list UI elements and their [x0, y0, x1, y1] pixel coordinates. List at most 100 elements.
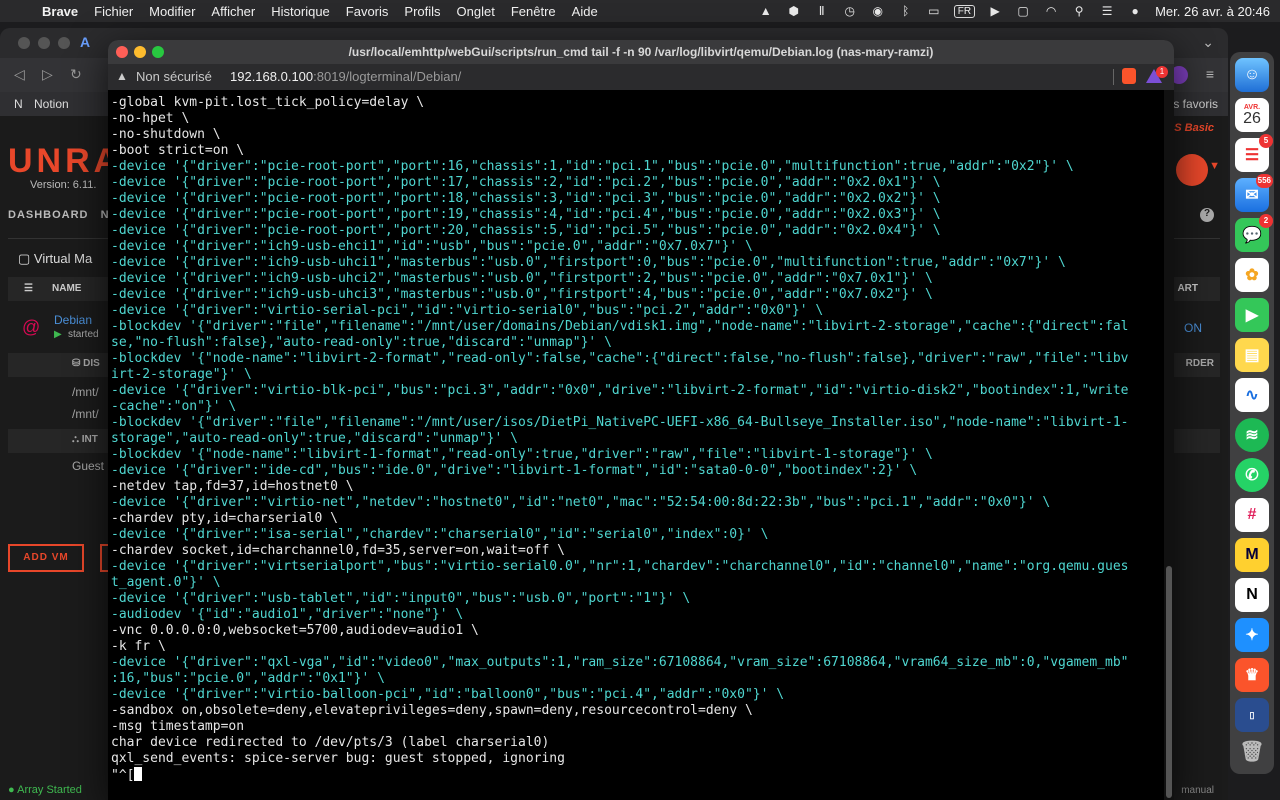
finder-icon[interactable]: ☺	[1235, 58, 1269, 92]
terminal-line: -boot strict=on \	[111, 143, 245, 158]
document-icon[interactable]: ▯	[1235, 698, 1269, 732]
mail-icon[interactable]: ✉ 556	[1235, 174, 1273, 212]
close-button[interactable]	[116, 46, 128, 58]
terminal-line: -device '{"driver":"pcie-root-port","por…	[111, 191, 941, 206]
brave-shields-icon[interactable]	[1122, 68, 1136, 84]
freeform-icon[interactable]: ∿	[1235, 378, 1269, 412]
wifi-icon[interactable]: ◠	[1043, 4, 1059, 18]
warning-icon[interactable]: ▲	[116, 69, 128, 83]
slack-icon[interactable]: #	[1235, 498, 1269, 532]
forward-icon[interactable]: ▷	[42, 66, 53, 83]
menu-modifier[interactable]: Modifier	[141, 4, 203, 19]
dock: ☺ AVR. 26 ☰ 5 ✉ 556 💬 2 ✿ ▶ ▤ ∿ ≋ ✆ # M N ✦…	[1230, 52, 1274, 774]
search-icon[interactable]: ⚲	[1071, 4, 1087, 18]
notes-icon[interactable]: ▤	[1235, 338, 1269, 372]
col-autostart: ART	[1177, 283, 1198, 294]
bluetooth-icon[interactable]: ᛒ	[898, 4, 914, 18]
spotify-icon[interactable]: ≋	[1235, 418, 1269, 452]
hexagon-icon[interactable]: ⬢	[786, 4, 802, 18]
terminal-line: -netdev tap,fd=37,id=hostnet0 \	[111, 479, 354, 494]
photos-icon[interactable]: ✿	[1235, 258, 1269, 292]
notion-icon[interactable]: N	[14, 97, 23, 111]
brave-icon[interactable]: ♛	[1235, 658, 1269, 692]
reminders-icon[interactable]: ☰ 5	[1235, 134, 1273, 172]
menu-onglet[interactable]: Onglet	[449, 4, 503, 19]
help-icon[interactable]: ?	[1200, 208, 1214, 222]
terminal-line: -audiodev '{"id":"audio1","driver":"none…	[111, 607, 464, 622]
user-circle-icon[interactable]: ◉	[870, 4, 886, 18]
manual-link[interactable]: manual	[1181, 785, 1214, 796]
menu-historique[interactable]: Historique	[263, 4, 338, 19]
control-center-icon[interactable]: ☰	[1099, 4, 1115, 18]
terminal-line: -device '{"driver":"pcie-root-port","por…	[111, 175, 941, 190]
nav-dashboard[interactable]: DASHBOARD N	[8, 209, 110, 221]
menu-aide[interactable]: Aide	[564, 4, 606, 19]
nav-dashboard-label: DASHBOARD	[8, 209, 89, 221]
terminal-line: -device '{"driver":"pcie-root-port","por…	[111, 159, 1074, 174]
upload-icon[interactable]: ▲	[758, 4, 774, 18]
history-icon[interactable]: ◷	[842, 4, 858, 18]
notion-app-icon[interactable]: N	[1235, 578, 1269, 612]
terminal-line: -device '{"driver":"virtio-net","netdev"…	[111, 495, 1051, 510]
menu-profils[interactable]: Profils	[396, 4, 448, 19]
miro-icon[interactable]: M	[1235, 538, 1269, 572]
array-status-text: Array Started	[17, 784, 82, 796]
menu-datetime[interactable]: Mer. 26 avr. à 20:46	[1155, 4, 1270, 19]
terminal-line: -device '{"driver":"usb-tablet","id":"in…	[111, 591, 691, 606]
calendar-icon[interactable]: AVR. 26	[1235, 98, 1269, 132]
reload-icon[interactable]: ↻	[70, 66, 82, 83]
disk-header-label: ⛁ DIS	[72, 358, 100, 369]
user-avatar[interactable]	[1176, 154, 1208, 186]
caret-down-icon[interactable]: ▼	[1209, 160, 1220, 172]
terminal-output[interactable]: -global kvm-pit.lost_tick_policy=delay \…	[108, 90, 1164, 800]
bookmark-notion[interactable]: Notion	[34, 97, 69, 111]
whatsapp-icon[interactable]: ✆	[1235, 458, 1269, 492]
terminal-line: -chardev socket,id=charchannel0,fd=35,se…	[111, 543, 565, 558]
url-field[interactable]: 192.168.0.100:8019/logterminal/Debian/	[230, 69, 461, 84]
terminal-line: -blockdev '{"driver":"file","filename":"…	[111, 319, 1129, 334]
autostart-toggle[interactable]: ON	[1184, 321, 1202, 335]
terminal-line: -device '{"driver":"pcie-root-port","por…	[111, 223, 941, 238]
terminal-line: -blockdev '{"driver":"file","filename":"…	[111, 415, 1129, 430]
siri-icon[interactable]: ●	[1127, 4, 1143, 18]
terminal-line: -device '{"driver":"isa-serial","chardev…	[111, 527, 769, 542]
messages-badge: 2	[1259, 214, 1273, 228]
chevron-down-icon[interactable]: ⌄	[1202, 34, 1214, 51]
window-title-bar[interactable]: /usr/local/emhttp/webGui/scripts/run_cmd…	[108, 40, 1174, 64]
scrollbar-thumb[interactable]	[1166, 566, 1172, 798]
terminal-prompt-line[interactable]: "^[	[111, 767, 1164, 783]
menu-icon[interactable]: ≡	[1206, 66, 1214, 82]
menu-app-name[interactable]: Brave	[34, 4, 86, 19]
address-bar[interactable]: ▲ Non sécurisé 192.168.0.100:8019/logter…	[108, 64, 1174, 90]
terminal-line: -blockdev '{"node-name":"libvirt-1-forma…	[111, 447, 933, 462]
play-icon: ▶	[54, 329, 62, 340]
battery-icon[interactable]: ▭	[926, 4, 942, 18]
messages-icon[interactable]: 💬 2	[1235, 214, 1273, 252]
mail-badge: 556	[1255, 174, 1273, 188]
all-bookmarks-link[interactable]: es favoris	[1167, 97, 1218, 111]
safari-icon[interactable]: ✦	[1235, 618, 1269, 652]
add-vm-button[interactable]: ADD VM	[8, 544, 84, 572]
window-title: /usr/local/emhttp/webGui/scripts/run_cmd…	[348, 45, 934, 59]
url-host: 192.168.0.100	[230, 69, 314, 84]
menu-afficher[interactable]: Afficher	[203, 4, 263, 19]
array-status: ● Array Started	[8, 784, 82, 796]
trash-icon[interactable]: 🗑	[1235, 734, 1269, 768]
tab-favicon-icon[interactable]: A	[80, 34, 90, 50]
menu-favoris[interactable]: Favoris	[338, 4, 397, 19]
terminal-line: -msg timestamp=on	[111, 719, 245, 734]
disk-path-1: /mnt/	[72, 385, 99, 399]
back-icon[interactable]: ◁	[14, 66, 25, 83]
terminal-scrollbar[interactable]	[1164, 90, 1174, 800]
menu-fichier[interactable]: Fichier	[86, 4, 141, 19]
minimize-button[interactable]	[134, 46, 146, 58]
pause-icon[interactable]: Ⅱ	[814, 4, 830, 18]
vm-name[interactable]: Debian	[54, 313, 92, 327]
security-label[interactable]: Non sécurisé	[136, 69, 212, 84]
maximize-button[interactable]	[152, 46, 164, 58]
menu-fenetre[interactable]: Fenêtre	[503, 4, 564, 19]
input-source-indicator[interactable]: FR	[953, 4, 976, 18]
display-icon[interactable]: ▢	[1015, 4, 1031, 18]
facetime-icon[interactable]: ▶	[1235, 298, 1269, 332]
play-icon[interactable]: ▶	[987, 4, 1003, 18]
